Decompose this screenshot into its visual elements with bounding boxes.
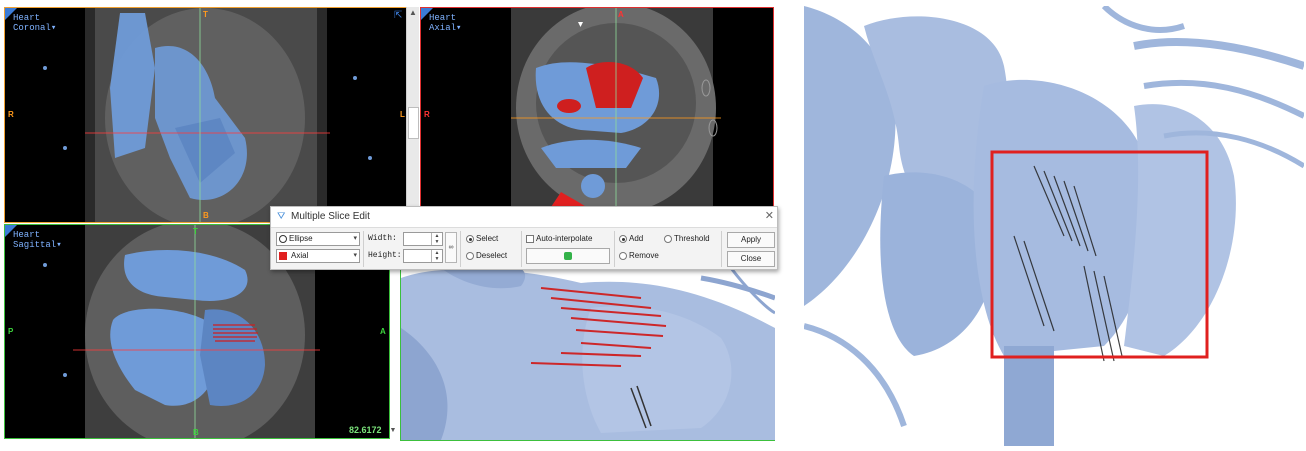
orient-top: T (193, 227, 198, 236)
view-select-value: Axial (291, 251, 309, 260)
run-interpolate-button[interactable] (526, 248, 610, 264)
orient-top: A (618, 10, 624, 19)
coronal-label[interactable]: Heart Coronal▾ (13, 13, 56, 33)
deselect-radio[interactable] (466, 252, 474, 260)
scroll-thumb[interactable] (408, 107, 419, 139)
scroll-up-icon[interactable]: ▲ (407, 7, 419, 19)
auto-interpolate-label[interactable]: Auto-interpolate (536, 234, 592, 244)
divider (363, 231, 364, 267)
orient-right: L (400, 110, 405, 119)
select-label[interactable]: Select (476, 234, 498, 244)
multiple-slice-edit-dialog[interactable]: ⛛ Multiple Slice Edit ✕ Ellipse ▾ Axial … (270, 206, 778, 270)
sagittal-view-name: Sagittal (13, 240, 57, 250)
watermark: CSDN @Duss_ss (1148, 421, 1279, 440)
auto-interpolate-checkbox[interactable] (526, 235, 534, 243)
sagittal-name: Heart (13, 230, 41, 240)
add-radio[interactable] (619, 235, 627, 243)
axial-label[interactable]: Heart Axial▾ (429, 13, 461, 33)
slice-value: 82.6172 (349, 425, 382, 435)
select-radio[interactable] (466, 235, 474, 243)
run-icon (564, 251, 572, 260)
coronal-view-name: Coronal (13, 23, 51, 33)
link-dimensions-button[interactable]: ∞ (445, 232, 457, 263)
divider (521, 231, 522, 267)
width-label: Width: (368, 234, 397, 243)
scroll-down-small-icon[interactable]: ▼ (388, 426, 398, 436)
axial-viewport[interactable]: Heart Axial▾ A R (420, 7, 774, 208)
deselect-label[interactable]: Deselect (476, 251, 507, 261)
threshold-radio[interactable] (664, 235, 672, 243)
shape-select[interactable]: Ellipse ▾ (276, 232, 360, 246)
chevron-down-icon: ▾ (353, 235, 357, 242)
orient-left: P (8, 327, 14, 336)
shape-select-value: Ellipse (289, 234, 313, 243)
large-3d-image (804, 6, 1304, 446)
chevron-down-icon: ▾ (353, 252, 357, 259)
orient-top: T (203, 10, 208, 19)
close-icon[interactable]: ✕ (765, 209, 774, 222)
expand-icon[interactable]: ⇱ (394, 11, 404, 21)
ellipse-icon (279, 235, 287, 243)
dialog-title: Multiple Slice Edit (291, 211, 370, 222)
coronal-name: Heart (13, 13, 41, 23)
large-3d-render: CSDN @Duss_ss (804, 6, 1304, 446)
link-icon: ∞ (448, 244, 454, 251)
axial-name: Heart (429, 13, 457, 23)
dropdown-arrow-icon: ▾ (456, 23, 462, 33)
divider (460, 231, 461, 267)
dialog-titlebar[interactable]: ⛛ Multiple Slice Edit ✕ (271, 207, 777, 228)
spin-arrows-icon[interactable]: ▲ ▼ (431, 233, 442, 245)
divider (721, 231, 722, 267)
view-select[interactable]: Axial ▾ (276, 249, 360, 263)
mesh-3d-viewport[interactable] (400, 268, 775, 441)
axial-view-name: Axial (429, 23, 457, 33)
dropdown-arrow-icon: ▾ (56, 240, 62, 250)
orient-right: A (380, 327, 386, 336)
height-input[interactable]: ▲ ▼ (403, 249, 443, 263)
orient-left: R (8, 110, 14, 119)
sagittal-label[interactable]: Heart Sagittal▾ (13, 230, 62, 250)
spin-arrows-icon[interactable]: ▲ ▼ (431, 250, 442, 262)
close-button[interactable]: Close (727, 251, 775, 267)
red-swatch-icon (279, 252, 287, 260)
axial-image (511, 8, 721, 207)
orient-left: R (424, 110, 430, 119)
apply-button[interactable]: Apply (727, 232, 775, 248)
coronal-viewport[interactable]: Heart Coronal▾ T R L B ⇱ (4, 7, 408, 223)
orient-bottom: B (203, 211, 209, 220)
width-input[interactable]: ▲ ▼ (403, 232, 443, 246)
app-icon: ⛛ (277, 211, 286, 222)
dropdown-arrow-icon: ▾ (50, 23, 57, 33)
height-label: Height: (368, 251, 402, 260)
divider (614, 231, 615, 267)
remove-label[interactable]: Remove (629, 251, 659, 261)
mesh-3d-image (401, 268, 775, 440)
coronal-image (43, 8, 372, 222)
remove-radio[interactable] (619, 252, 627, 260)
threshold-label[interactable]: Threshold (674, 234, 710, 244)
add-label[interactable]: Add (629, 234, 643, 244)
orient-bottom: B (193, 428, 199, 437)
